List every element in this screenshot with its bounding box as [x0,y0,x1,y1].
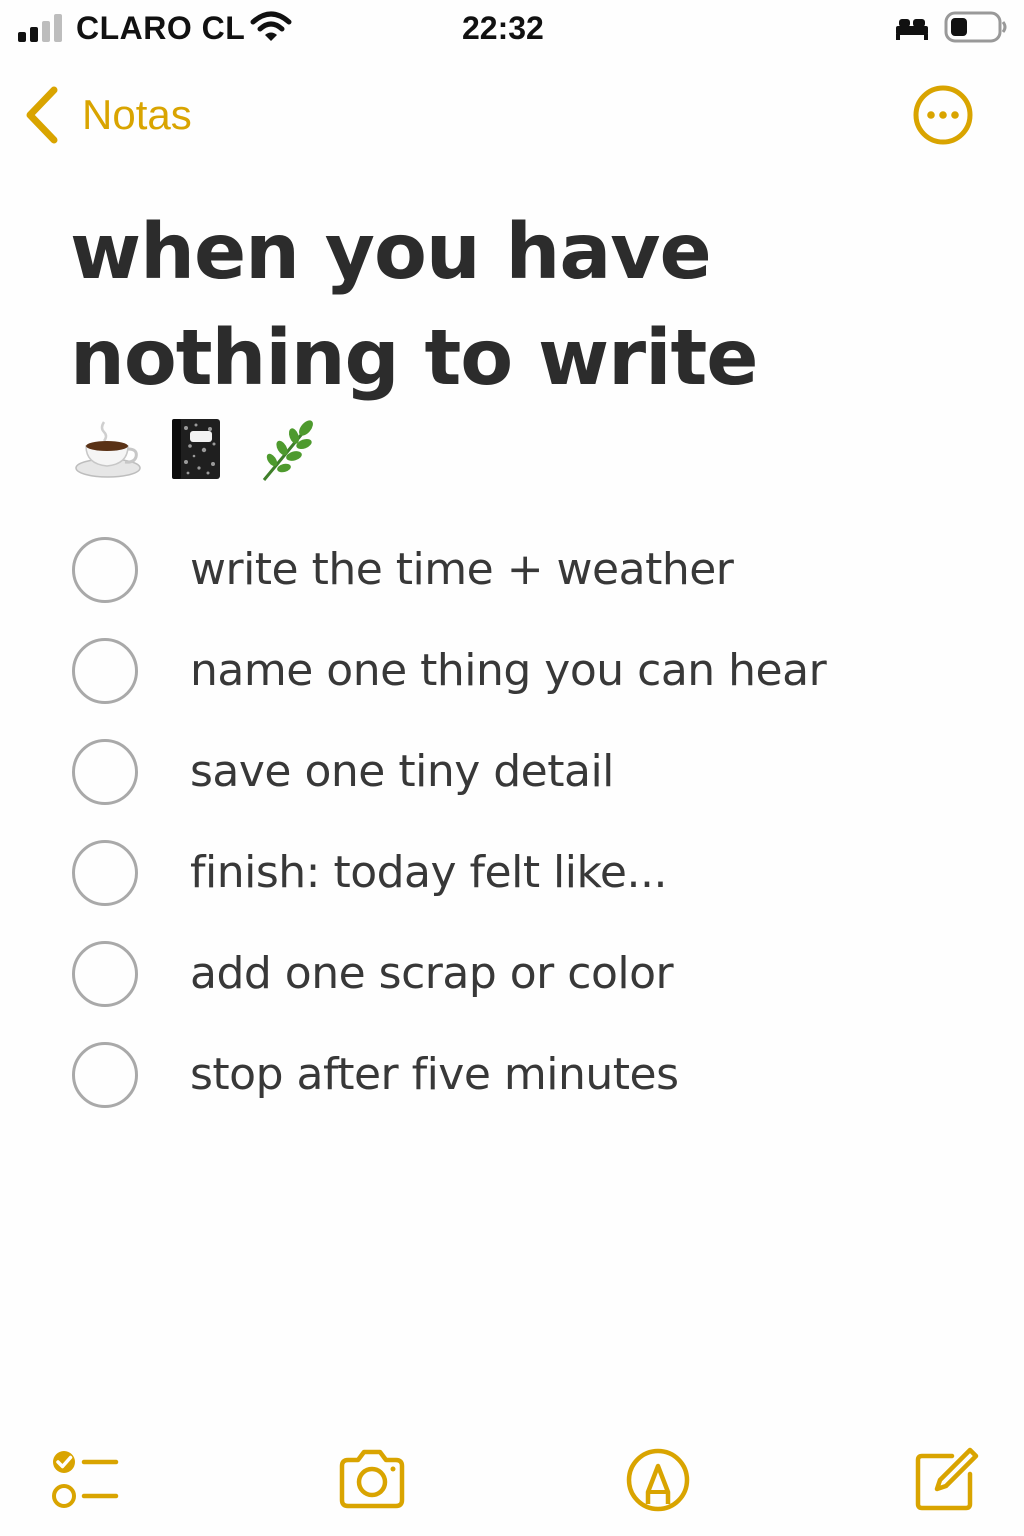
checklist-item: add one scrap or color [72,940,972,1041]
checklist-item: save one tiny detail [72,738,972,839]
herb-icon [262,420,313,481]
checklist-item-text[interactable]: save one tiny detail [190,746,614,797]
checklist-item: finish: today felt like... [72,839,972,940]
chevron-left-icon [26,86,58,144]
note-title[interactable]: when you have nothing to write [70,200,970,412]
back-label: Notas [82,91,192,138]
note-title-line: nothing to write [70,314,759,403]
sleep-focus-icon [896,19,928,40]
carrier-name: CLARO CL [76,10,246,46]
checkbox-circle[interactable] [72,840,138,906]
note-title-line: when you have [70,208,712,297]
markup-pen-icon[interactable] [622,1444,694,1516]
checklist-item-text[interactable]: write the time + weather [190,544,734,595]
checklist-item: write the time + weather [72,536,972,637]
checkbox-circle[interactable] [72,1042,138,1108]
checklist-item: stop after five minutes [72,1041,972,1142]
camera-icon[interactable] [336,1444,408,1516]
checklist: write the time + weather name one thing … [72,536,972,1142]
ellipsis-circle-icon[interactable] [912,84,974,146]
back-button[interactable]: Notas [22,84,192,146]
status-bar: CLARO CL 22:32 [0,0,1024,56]
checklist-item-text[interactable]: finish: today felt like... [190,847,667,898]
checkbox-circle[interactable] [72,638,138,704]
battery-icon [944,11,1007,43]
emoji-row [74,416,322,486]
compose-icon[interactable] [910,1444,982,1516]
status-clock: 22:32 [462,10,544,46]
signal-icon [18,12,64,42]
checkbox-circle[interactable] [72,537,138,603]
checklist-icon[interactable] [48,1444,120,1516]
wifi-icon [250,11,292,41]
checklist-item: name one thing you can hear [72,637,972,738]
checkbox-circle[interactable] [72,941,138,1007]
checklist-item-text[interactable]: stop after five minutes [190,1049,679,1100]
checklist-item-text[interactable]: add one scrap or color [190,948,674,999]
checklist-item-text[interactable]: name one thing you can hear [190,645,827,696]
checkbox-circle[interactable] [72,739,138,805]
composition-notebook-icon [172,419,220,479]
coffee-cup-icon [75,421,141,478]
